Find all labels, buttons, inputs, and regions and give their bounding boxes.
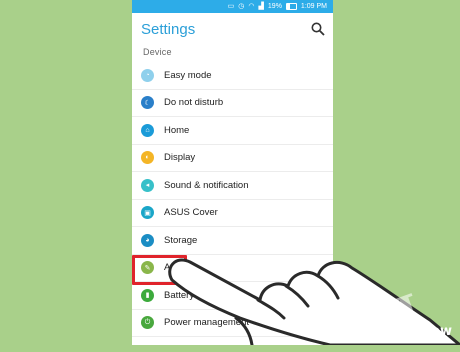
settings-item-label: Storage (164, 234, 198, 246)
sound-icon: ◂ (141, 178, 154, 192)
settings-item-label: Easy mode (164, 69, 212, 81)
notification-icon: ▭ (227, 3, 235, 10)
power-icon: ⏻ (141, 316, 154, 330)
settings-item-label: Sound & notification (164, 179, 249, 191)
alarm-icon: ◷ (238, 3, 245, 10)
battery-percent: 19% (267, 3, 282, 10)
settings-item-sound-notification[interactable]: ◂ Sound & notification (132, 172, 333, 200)
signal-icon: ▟ (258, 3, 264, 10)
apps-highlight-box (132, 255, 187, 285)
battery-icon: ▮ (141, 288, 154, 302)
settings-item-label: Battery (164, 289, 195, 301)
page-title: Settings (141, 21, 196, 38)
settings-item-easy-mode[interactable]: ◔ Easy mode (132, 62, 333, 90)
settings-item-label: Power management (164, 317, 250, 329)
home-icon: ⌂ (141, 123, 154, 137)
settings-item-label: Home (164, 124, 190, 136)
wifi-icon: ◠ (248, 3, 255, 10)
phone-screen: ▭ ◷ ◠ ▟ 19% 1:09 PM Settings Device ◔ Ea… (132, 0, 333, 345)
settings-item-asus-cover[interactable]: ▣ ASUS Cover (132, 200, 333, 227)
settings-item-label: ASUS Cover (164, 207, 218, 219)
battery-icon (285, 3, 297, 10)
search-icon[interactable] (311, 22, 325, 36)
watermark-letter: H (367, 283, 430, 352)
storage-icon: ◕ (141, 233, 154, 247)
display-icon: ◐ (141, 151, 154, 165)
settings-item-label: Display (164, 152, 196, 164)
wikihow-watermark: wikiHow (395, 324, 452, 339)
wikihow-watermark-post: How (420, 324, 452, 339)
section-header-device: Device (143, 47, 172, 57)
easy-mode-icon: ◔ (141, 68, 154, 82)
settings-item-home[interactable]: ⌂ Home (132, 117, 333, 145)
status-time: 1:09 PM (300, 3, 327, 10)
moon-icon: ☾ (141, 96, 154, 110)
wikihow-watermark-pre: wiki (394, 324, 421, 339)
settings-item-power-management[interactable]: ⏻ Power management (132, 310, 333, 337)
status-bar: ▭ ◷ ◠ ▟ 19% 1:09 PM (132, 0, 333, 13)
asus-cover-icon: ▣ (141, 206, 154, 220)
app-bar: Settings (132, 13, 333, 45)
settings-item-display[interactable]: ◐ Display (132, 145, 333, 172)
settings-item-label: Do not disturb (164, 97, 224, 109)
settings-item-storage[interactable]: ◕ Storage (132, 227, 333, 255)
settings-list: ◔ Easy mode ☾ Do not disturb ⌂ Home ◐ Di… (132, 62, 333, 337)
settings-item-battery[interactable]: ▮ Battery (132, 282, 333, 310)
settings-item-do-not-disturb[interactable]: ☾ Do not disturb (132, 90, 333, 117)
